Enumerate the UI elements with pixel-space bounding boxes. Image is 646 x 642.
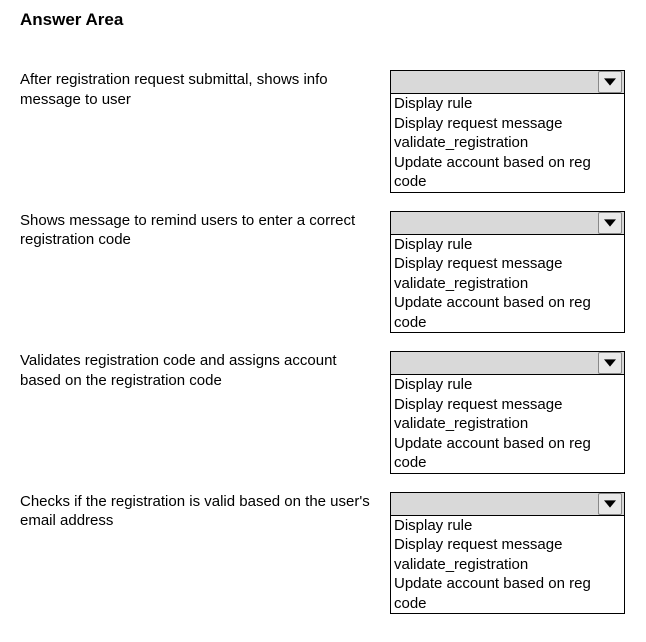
prompt-text: Shows message to remind users to enter a…: [20, 211, 390, 250]
chevron-down-icon[interactable]: [598, 71, 622, 93]
dropdown-option[interactable]: Display request message: [391, 254, 624, 274]
dropdown-option[interactable]: Update account based on reg code: [391, 574, 624, 613]
dropdown-column: Display rule Display request message val…: [390, 211, 625, 334]
dropdown-option[interactable]: Display request message: [391, 535, 624, 555]
dropdown-column: Display rule Display request message val…: [390, 492, 625, 615]
dropdown-option[interactable]: Display request message: [391, 114, 624, 134]
chevron-down-icon[interactable]: [598, 212, 622, 234]
dropdown-column: Display rule Display request message val…: [390, 70, 625, 193]
answer-row: Shows message to remind users to enter a…: [20, 211, 626, 334]
dropdown-option[interactable]: Update account based on reg code: [391, 293, 624, 332]
dropdown-option[interactable]: Display request message: [391, 395, 624, 415]
answer-row: Checks if the registration is valid base…: [20, 492, 626, 615]
answer-row: Validates registration code and assigns …: [20, 351, 626, 474]
prompt-text: Validates registration code and assigns …: [20, 351, 390, 390]
dropdown-option[interactable]: validate_registration: [391, 414, 624, 434]
dropdown-option[interactable]: Display rule: [391, 516, 624, 536]
dropdown-options: Display rule Display request message val…: [390, 374, 625, 474]
dropdown-select[interactable]: [390, 351, 625, 374]
prompt-text: Checks if the registration is valid base…: [20, 492, 390, 531]
dropdown-options: Display rule Display request message val…: [390, 93, 625, 193]
answer-row: After registration request submittal, sh…: [20, 70, 626, 193]
dropdown-option[interactable]: validate_registration: [391, 133, 624, 153]
dropdown-option[interactable]: Update account based on reg code: [391, 434, 624, 473]
dropdown-option[interactable]: validate_registration: [391, 555, 624, 575]
chevron-down-icon[interactable]: [598, 493, 622, 515]
dropdown-option[interactable]: Update account based on reg code: [391, 153, 624, 192]
dropdown-option[interactable]: Display rule: [391, 375, 624, 395]
dropdown-select[interactable]: [390, 70, 625, 93]
dropdown-options: Display rule Display request message val…: [390, 515, 625, 615]
dropdown-select[interactable]: [390, 211, 625, 234]
page-title: Answer Area: [20, 10, 626, 30]
dropdown-option[interactable]: Display rule: [391, 235, 624, 255]
chevron-down-icon[interactable]: [598, 352, 622, 374]
dropdown-select[interactable]: [390, 492, 625, 515]
dropdown-option[interactable]: validate_registration: [391, 274, 624, 294]
dropdown-column: Display rule Display request message val…: [390, 351, 625, 474]
dropdown-options: Display rule Display request message val…: [390, 234, 625, 334]
prompt-text: After registration request submittal, sh…: [20, 70, 390, 109]
dropdown-option[interactable]: Display rule: [391, 94, 624, 114]
